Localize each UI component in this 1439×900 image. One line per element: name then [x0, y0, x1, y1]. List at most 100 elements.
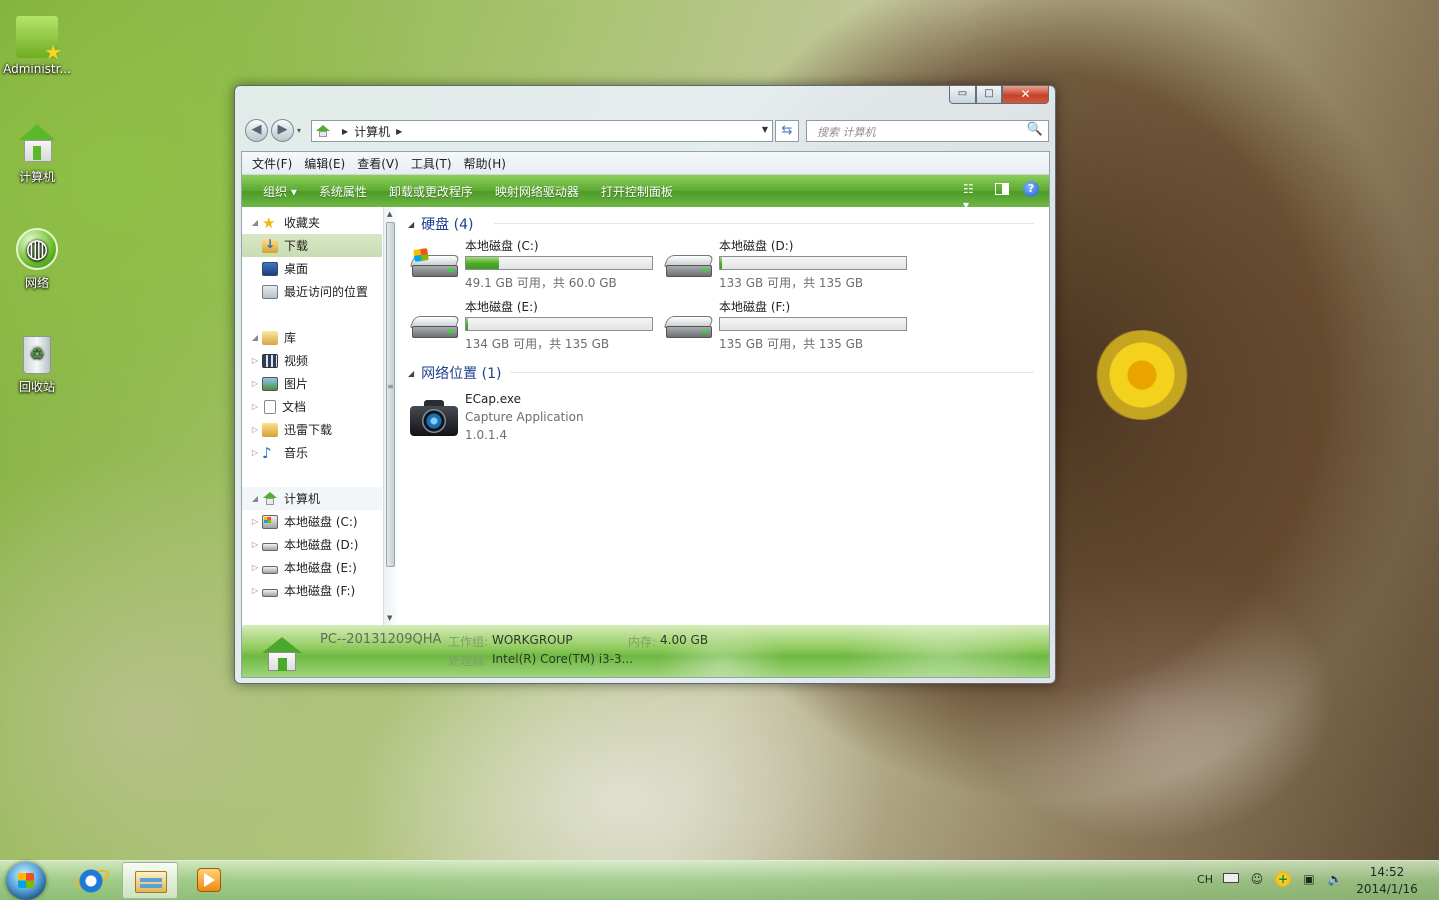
scroll-up-arrow[interactable]: ▲ — [387, 210, 392, 218]
address-bar[interactable]: ▶ 计算机 ▶ ▼ — [311, 120, 773, 142]
explorer-window[interactable]: ▭ □ ✕ ◀ ▶ ▾ ▶ 计算机 ▶ ▼ ⇆ 🔍 文件(F) 编辑(E) 查看… — [234, 85, 1056, 684]
collapse-arrow-icon[interactable]: ◢ — [250, 218, 260, 227]
nav-desktop[interactable]: 桌面 — [242, 257, 382, 280]
volume-icon[interactable]: 🔈 — [1327, 871, 1343, 887]
folder-icon — [262, 422, 278, 437]
nav-computer[interactable]: ◢ 计算机 — [242, 487, 382, 510]
nav-label: 下载 — [284, 239, 309, 253]
start-button[interactable] — [6, 862, 46, 900]
nav-libraries[interactable]: ◢ 库 — [242, 326, 382, 349]
security-app-icon[interactable]: + — [1275, 871, 1291, 887]
nav-favorites[interactable]: ◢ ★ 收藏夹 — [242, 211, 382, 234]
drive-tile-c[interactable]: 本地磁盘 (C:) 49.1 GB 可用，共 60.0 GB — [406, 237, 656, 293]
explorer-client-area: 文件(F) 编辑(E) 查看(V) 工具(T) 帮助(H) 组织 ▾ 系统属性 … — [241, 151, 1050, 678]
cpu-label: 处理器: — [448, 654, 489, 668]
disks-group-header[interactable]: ◢ 硬盘 (4) — [408, 214, 473, 234]
nav-pictures[interactable]: ▷ 图片 — [242, 372, 382, 395]
network-tray-icon[interactable]: ▣ — [1301, 871, 1317, 887]
caption-buttons: ▭ □ ✕ — [949, 86, 1049, 104]
taskbar-clock[interactable]: 14:52 2014/1/16 — [1355, 864, 1419, 898]
nav-music[interactable]: ▷ ♪ 音乐 — [242, 441, 382, 464]
taskbar-media-player[interactable] — [182, 862, 238, 899]
maximize-button[interactable]: □ — [976, 86, 1002, 104]
change-view-icon[interactable]: ☷ ▾ — [963, 181, 981, 212]
collapse-arrow-icon[interactable]: ◢ — [408, 220, 414, 229]
tray-app-icon[interactable]: ☺ — [1249, 871, 1265, 887]
address-dropdown-icon[interactable]: ▼ — [762, 125, 768, 134]
recent-places-icon — [262, 284, 278, 299]
drive-tile-d[interactable]: 本地磁盘 (D:) 133 GB 可用，共 135 GB — [660, 237, 910, 293]
nav-downloads[interactable]: 下载 — [242, 234, 382, 257]
expand-arrow-icon[interactable]: ▷ — [250, 379, 260, 388]
details-pane: PC--20131209QHA 工作组: WORKGROUP 内存: 4.00 … — [242, 625, 1049, 677]
back-button[interactable]: ◀ — [245, 119, 268, 142]
memory-label: 内存: — [628, 635, 657, 649]
recent-pages-dropdown[interactable]: ▾ — [297, 126, 301, 135]
expand-arrow-icon[interactable]: ▷ — [250, 448, 260, 457]
menu-edit[interactable]: 编辑(E) — [298, 155, 351, 172]
collapse-arrow-icon[interactable]: ◢ — [250, 494, 260, 503]
nav-thunder-downloads[interactable]: ▷ 迅雷下载 — [242, 418, 382, 441]
menu-file[interactable]: 文件(F) — [246, 155, 298, 172]
keyboard-icon[interactable] — [1223, 871, 1239, 887]
taskbar-explorer[interactable] — [122, 862, 178, 899]
network-item-ecap[interactable]: ECap.exe Capture Application 1.0.1.4 — [406, 390, 706, 450]
hard-drive-icon — [262, 588, 278, 597]
taskbar-internet-explorer[interactable] — [62, 862, 118, 899]
collapse-arrow-icon[interactable]: ◢ — [408, 369, 414, 378]
minimize-button[interactable]: ▭ — [949, 86, 976, 104]
desktop-icon-label: 回收站 — [18, 380, 55, 394]
breadcrumb-computer[interactable]: 计算机 — [354, 123, 390, 140]
menu-tools[interactable]: 工具(T) — [405, 155, 458, 172]
expand-arrow-icon[interactable]: ▷ — [250, 402, 260, 411]
scrollbar-thumb[interactable] — [386, 222, 395, 567]
drive-usage-bar — [465, 317, 653, 331]
expand-arrow-icon[interactable]: ▷ — [250, 586, 260, 595]
forward-button[interactable]: ▶ — [271, 119, 294, 142]
navpane-scrollbar[interactable]: ▲ ≡ ▼ — [383, 207, 397, 625]
nav-label: 音乐 — [284, 446, 309, 460]
nav-recent-places[interactable]: 最近访问的位置 — [242, 280, 382, 303]
expand-arrow-icon[interactable]: ▷ — [250, 425, 260, 434]
expand-arrow-icon[interactable]: ▷ — [250, 563, 260, 572]
organize-button[interactable]: 组织 ▾ — [252, 183, 308, 200]
desktop-icon-user-folder[interactable]: Administr... — [0, 16, 74, 76]
item-name: ECap.exe — [465, 392, 522, 406]
menu-view[interactable]: 查看(V) — [351, 155, 405, 172]
help-icon[interactable]: ? — [1023, 181, 1039, 197]
drive-tile-e[interactable]: 本地磁盘 (E:) 134 GB 可用，共 135 GB — [406, 298, 656, 354]
network-group-header[interactable]: ◢ 网络位置 (1) — [408, 363, 501, 383]
nav-videos[interactable]: ▷ 视频 — [242, 349, 382, 372]
expand-arrow-icon[interactable]: ▷ — [250, 356, 260, 365]
nav-drive-d[interactable]: ▷ 本地磁盘 (D:) — [242, 533, 382, 556]
search-box[interactable]: 🔍 — [806, 120, 1049, 142]
nav-drive-f[interactable]: ▷ 本地磁盘 (F:) — [242, 579, 382, 602]
collapse-arrow-icon[interactable]: ◢ — [250, 333, 260, 342]
nav-drive-e[interactable]: ▷ 本地磁盘 (E:) — [242, 556, 382, 579]
refresh-button[interactable]: ⇆ — [775, 120, 799, 142]
map-network-drive-button[interactable]: 映射网络驱动器 — [484, 183, 590, 200]
nav-label: 本地磁盘 (D:) — [284, 538, 359, 552]
drive-tile-f[interactable]: 本地磁盘 (F:) 135 GB 可用，共 135 GB — [660, 298, 910, 354]
menu-help[interactable]: 帮助(H) — [458, 155, 512, 172]
nav-drive-c[interactable]: ▷ 本地磁盘 (C:) — [242, 510, 382, 533]
nav-documents[interactable]: ▷ 文档 — [242, 395, 382, 418]
breadcrumb-separator[interactable]: ▶ — [396, 127, 402, 136]
search-input[interactable] — [815, 122, 1019, 142]
desktop-icon-recycle-bin[interactable]: ♻ 回收站 — [0, 336, 74, 395]
library-icon — [262, 330, 278, 345]
desktop-icon-computer[interactable]: 计算机 — [0, 122, 74, 185]
close-button[interactable]: ✕ — [1002, 86, 1049, 104]
scroll-down-arrow[interactable]: ▼ — [387, 614, 392, 622]
input-language-indicator[interactable]: CH — [1197, 873, 1213, 886]
open-control-panel-button[interactable]: 打开控制面板 — [590, 183, 684, 200]
preview-pane-icon[interactable] — [995, 183, 1009, 195]
computer-home-icon — [316, 125, 330, 137]
expand-arrow-icon[interactable]: ▷ — [250, 540, 260, 549]
expand-arrow-icon[interactable]: ▷ — [250, 517, 260, 526]
search-icon[interactable]: 🔍 — [1027, 122, 1043, 137]
desktop-icon-network[interactable]: ◍ 网络 — [0, 228, 74, 291]
system-properties-button[interactable]: 系统属性 — [308, 183, 378, 200]
uninstall-program-button[interactable]: 卸载或更改程序 — [378, 183, 484, 200]
breadcrumb-separator[interactable]: ▶ — [342, 127, 348, 136]
